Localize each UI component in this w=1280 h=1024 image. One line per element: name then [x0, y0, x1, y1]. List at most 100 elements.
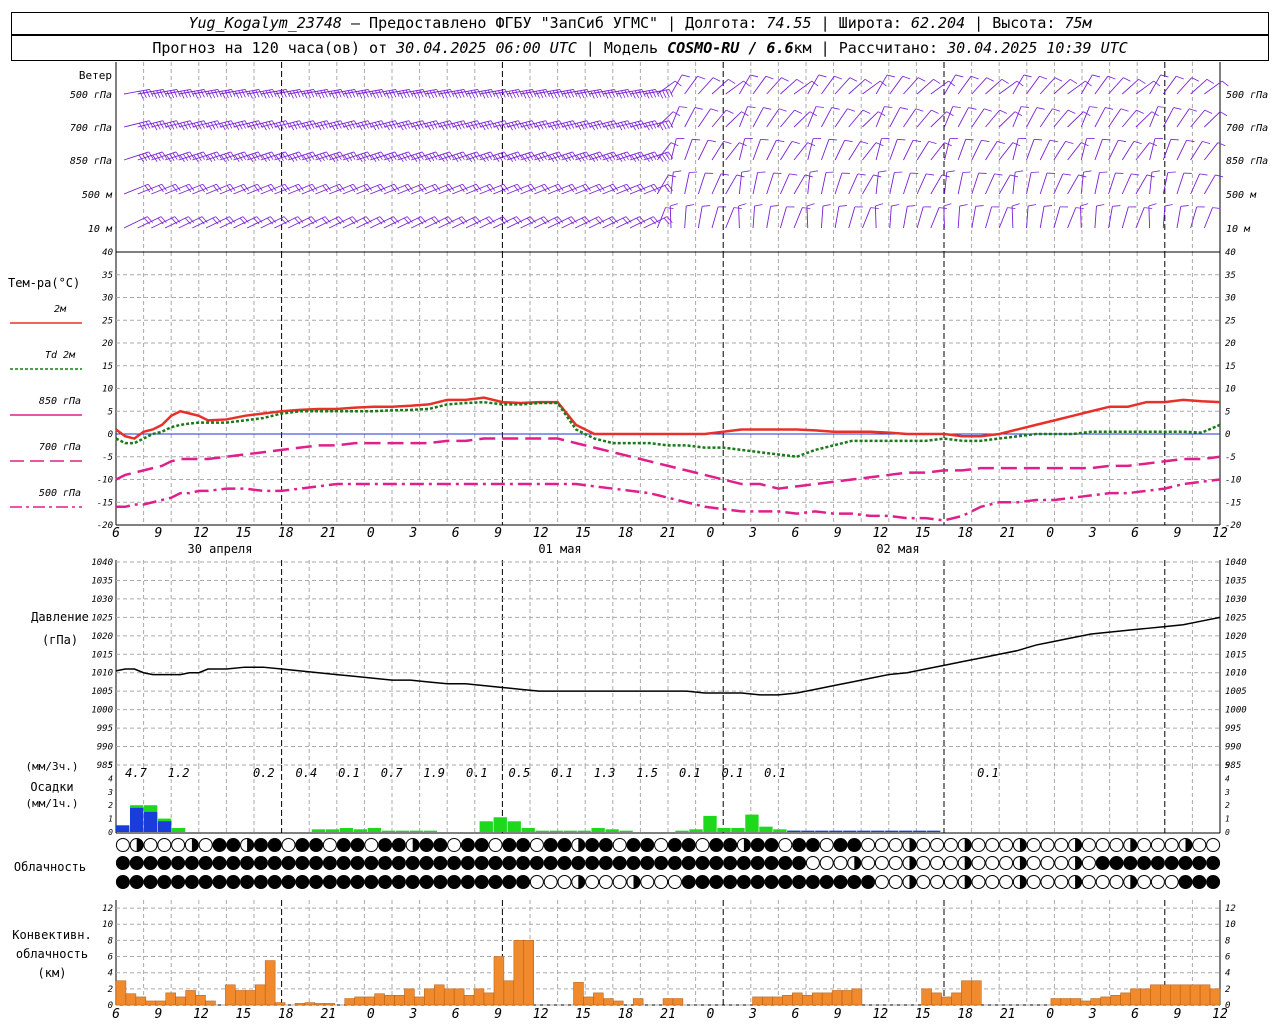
wind-barb-flag — [1023, 74, 1032, 78]
wind-barb — [192, 120, 218, 128]
cloud-symbol — [999, 838, 1014, 852]
wind-barb — [944, 74, 956, 95]
wind-barb — [1039, 108, 1053, 128]
cloud-symbol — [336, 875, 351, 889]
wind-barb — [1012, 138, 1019, 161]
precip-bar-conv — [675, 830, 689, 832]
wind-barb — [1094, 107, 1106, 128]
wind-barb — [985, 141, 998, 161]
conv-bar — [1189, 984, 1201, 1006]
cloud-symbol — [474, 875, 489, 889]
cloud-symbol — [1081, 838, 1096, 852]
precip-tick-left: 5 — [108, 761, 113, 770]
wind-barb-flag — [334, 90, 339, 99]
wind-barb-flag — [385, 91, 390, 99]
cloud-symbol — [350, 838, 365, 852]
cloud-symbol — [516, 856, 531, 870]
cloud-symbol — [1192, 838, 1207, 852]
conv-bar — [613, 1000, 624, 1006]
conv-bar — [841, 990, 853, 1006]
wind-barb — [711, 173, 722, 195]
cloud-symbol — [460, 875, 475, 889]
press-tick-left: 1015 — [91, 650, 113, 660]
cloud-symbol — [654, 856, 669, 870]
wind-barb-flag — [433, 89, 438, 98]
wind-barb — [547, 120, 574, 128]
wind-barb — [998, 174, 1011, 195]
wind-barb-flag — [535, 91, 541, 99]
wind-barb-flag — [1070, 78, 1078, 84]
wind-barb-flag — [525, 90, 530, 99]
conv-bar — [821, 992, 833, 1006]
cloud-symbol — [640, 856, 655, 870]
wind-barb-flag — [580, 90, 585, 99]
wind-barb-flag — [796, 78, 804, 84]
wind-barb-flag — [214, 89, 219, 98]
cloud-symbol — [295, 856, 310, 870]
conv-bar — [811, 992, 823, 1006]
wind-barb-flag — [327, 89, 332, 97]
temp-tick-right: 35 — [1224, 271, 1236, 281]
wind-barb-flag — [330, 91, 335, 99]
cloud-symbol — [1095, 856, 1110, 870]
precip-bar-conv — [521, 827, 535, 832]
cloud-symbol — [598, 838, 613, 852]
wind-barb — [164, 89, 191, 95]
precip-bar-conv — [717, 827, 731, 832]
wind-barb — [971, 77, 987, 95]
cloud-symbol — [212, 875, 227, 889]
cloud-symbol — [543, 838, 558, 852]
wind-barb-flag — [1151, 170, 1160, 173]
wind-barb-flag — [436, 89, 441, 97]
conv-bar — [254, 984, 266, 1006]
wind-barb-flag — [970, 75, 979, 80]
wind-barb — [465, 120, 492, 128]
hour-label-temp: 15 — [236, 526, 252, 541]
wind-barb-flag — [736, 174, 745, 178]
cloud-symbol — [999, 875, 1014, 889]
conv-bar — [951, 992, 962, 1006]
cloud-symbol — [888, 838, 903, 852]
wind-barb — [602, 120, 628, 128]
wind-barb-flag — [173, 89, 178, 98]
precip-bar-conv — [493, 817, 507, 832]
precip-total: 0.5 — [509, 766, 531, 780]
precip-bar-strat — [815, 830, 829, 832]
wind-barb-flag — [965, 138, 974, 141]
wind-barb-flag — [760, 138, 769, 141]
wind-barb — [875, 138, 882, 161]
wind-barb-flag — [1176, 75, 1184, 80]
wind-barb — [643, 120, 669, 128]
cloud-symbol-half — [1130, 875, 1137, 889]
wind-barb-flag — [296, 89, 301, 98]
wind-barb-flag — [702, 205, 711, 207]
conv-tick-right: 6 — [1225, 953, 1230, 963]
temp-tick-right: -20 — [1225, 521, 1241, 531]
cloud-symbol — [157, 856, 172, 870]
cloud-symbol — [833, 856, 848, 870]
cloud-symbol — [805, 875, 820, 889]
wind-barb-flag — [552, 90, 558, 99]
cloud-symbol — [184, 875, 199, 889]
wind-barb — [684, 107, 696, 128]
wind-barb-flag — [563, 91, 568, 99]
wind-barb — [889, 139, 898, 161]
wind-barb-flag — [320, 90, 325, 99]
wind-barb — [1149, 106, 1159, 128]
cloud-symbol — [847, 875, 862, 889]
precip-bar-strat — [787, 830, 801, 832]
wind-barb-flag — [262, 91, 267, 99]
wind-barb — [725, 207, 735, 229]
wind-barb — [260, 120, 287, 128]
wind-barb-flag — [834, 75, 842, 80]
wind-barb — [698, 77, 714, 95]
wind-barb — [575, 120, 601, 128]
wind-barb-flag — [662, 90, 667, 99]
cloud-symbol — [267, 856, 282, 870]
wind-barb-flag — [844, 139, 853, 143]
cloud-symbol — [364, 875, 379, 889]
wind-barb — [916, 141, 930, 161]
cloud-symbol — [322, 856, 337, 870]
cloud-symbol — [764, 838, 779, 852]
cloud-symbol — [888, 875, 903, 889]
